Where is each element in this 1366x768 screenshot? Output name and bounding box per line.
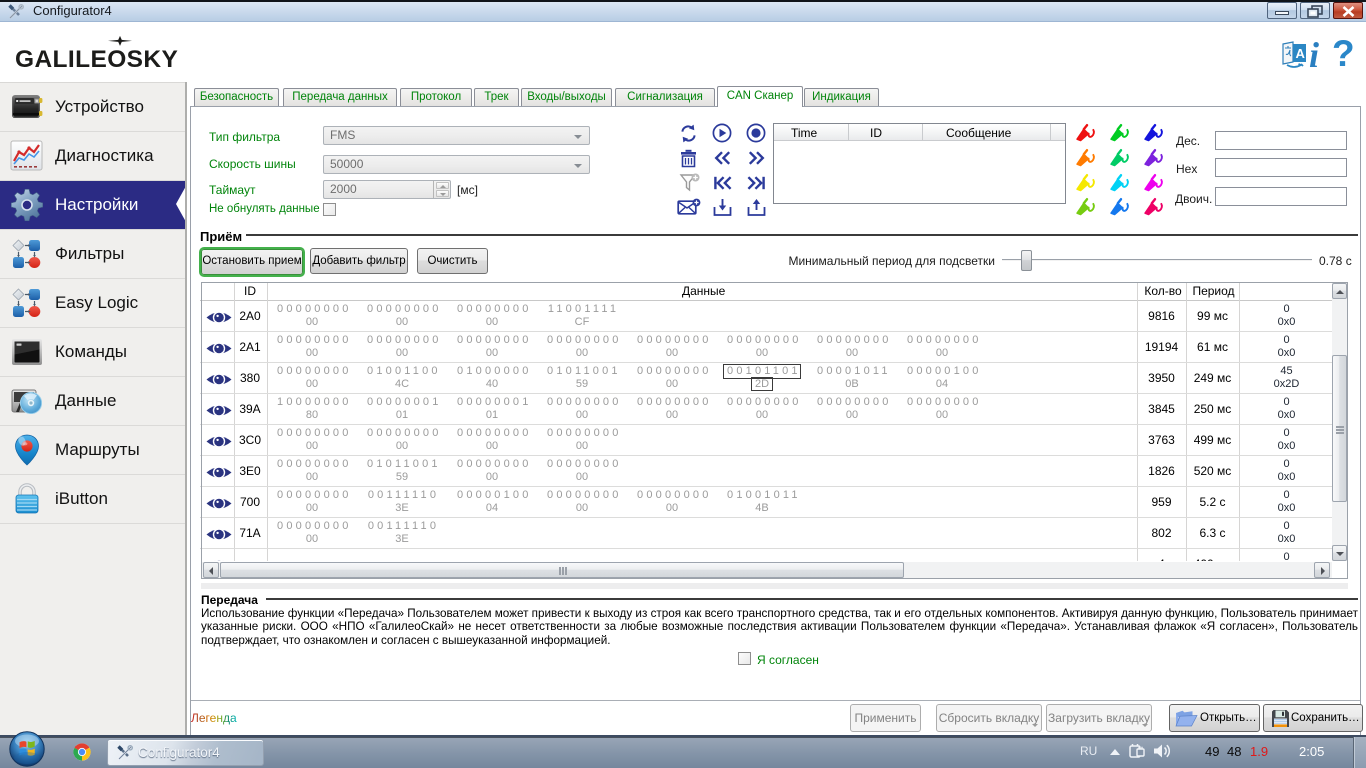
- svg-text:A: A: [1296, 46, 1306, 61]
